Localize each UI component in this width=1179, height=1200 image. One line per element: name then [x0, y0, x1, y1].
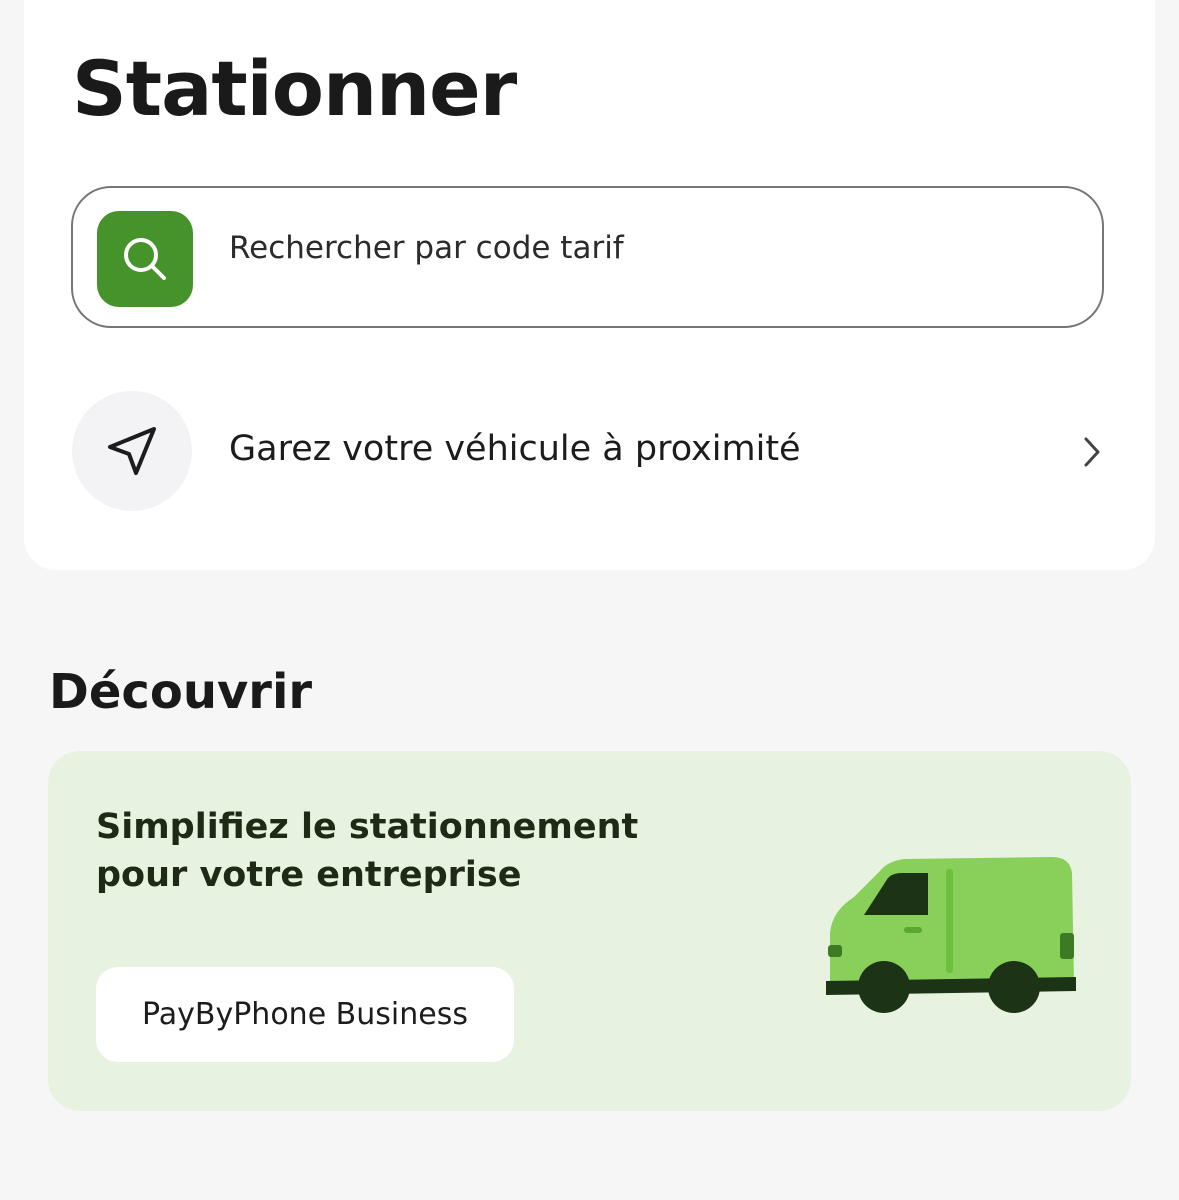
paybyphone-business-button[interactable]: PayByPhone Business	[96, 967, 514, 1062]
chevron-right-icon	[1084, 437, 1100, 467]
park-nearby-label: Garez votre véhicule à proximité	[229, 429, 801, 469]
search-bar[interactable]	[71, 186, 1104, 328]
search-button[interactable]	[97, 211, 193, 307]
discover-title: Découvrir	[49, 664, 313, 720]
park-nearby-row[interactable]: Garez votre véhicule à proximité	[72, 391, 1112, 511]
page-title: Stationner	[72, 44, 517, 133]
van-illustration	[826, 857, 1076, 1013]
search-input[interactable]	[229, 188, 1069, 326]
navigation-arrow-icon	[108, 427, 156, 475]
promo-text: Simplifiez le stationnement pour votre e…	[96, 807, 639, 895]
navigation-icon-container	[72, 391, 192, 511]
search-icon	[124, 238, 166, 280]
business-promo-card: Simplifiez le stationnement pour votre e…	[48, 751, 1131, 1111]
